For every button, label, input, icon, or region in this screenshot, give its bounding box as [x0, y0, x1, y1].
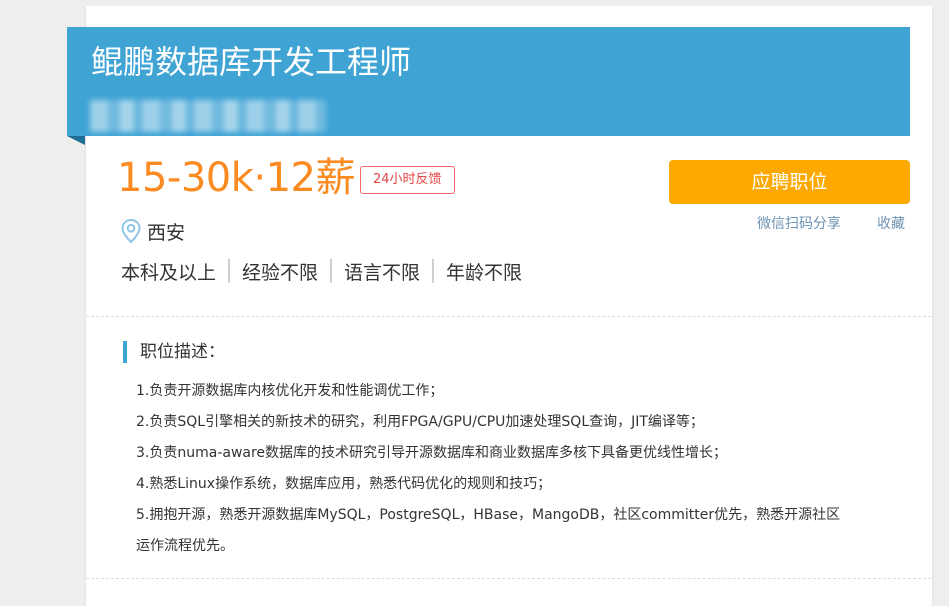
requirement-experience: 经验不限 [242, 261, 319, 284]
section-divider-bottom [86, 578, 931, 579]
job-description-list: 1.负责开源数据库内核优化开发和性能调优工作； 2.负责SQL引擎相关的新技术的… [136, 376, 896, 562]
requirement-separator [330, 259, 333, 283]
requirement-language: 语言不限 [344, 261, 421, 284]
job-location: 西安 [120, 216, 185, 246]
wechat-share-link[interactable]: 微信扫码分享 [757, 214, 841, 234]
description-line: 4.熟悉Linux操作系统，数据库应用，熟悉代码优化的规则和技巧； [136, 476, 552, 492]
feedback-badge: 24小时反馈 [360, 166, 455, 194]
description-line: 3.负责numa-aware数据库的技术研究引导开源数据库和商业数据库多核下具备… [136, 445, 728, 461]
job-title: 鲲鹏数据库开发工程师 [91, 43, 412, 81]
job-description-title: 职位描述： [123, 341, 225, 363]
job-requirements: 本科及以上 经验不限 语言不限 年龄不限 [121, 256, 522, 286]
banner-fold [67, 136, 85, 145]
map-pin-icon [120, 218, 142, 244]
description-line: 5.拥抱开源，熟悉开源数据库MySQL，PostgreSQL，HBase，Man… [136, 507, 841, 523]
section-divider [86, 316, 931, 317]
requirement-separator [432, 259, 435, 283]
location-text: 西安 [147, 221, 186, 244]
requirement-education: 本科及以上 [121, 261, 217, 284]
apply-button[interactable]: 应聘职位 [669, 160, 910, 204]
collect-link[interactable]: 收藏 [877, 214, 905, 234]
salary: 15-30k·12薪 [117, 155, 356, 201]
description-line: 运作流程优先。 [136, 538, 234, 554]
description-line: 2.负责SQL引擎相关的新技术的研究，利用FPGA/GPU/CPU加速处理SQL… [136, 414, 704, 430]
company-name-blurred [90, 100, 326, 132]
description-line: 1.负责开源数据库内核优化开发和性能调优工作； [136, 383, 444, 399]
requirement-separator [228, 259, 231, 283]
requirement-age: 年龄不限 [446, 261, 523, 284]
